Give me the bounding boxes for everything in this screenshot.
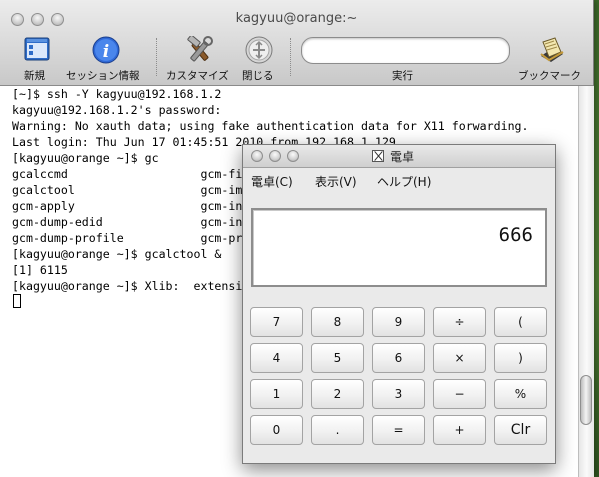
key-open-paren[interactable]: ( — [494, 307, 547, 337]
calculator-minimize-button[interactable] — [269, 150, 281, 162]
menu-view[interactable]: 表示(V) — [315, 173, 357, 190]
new-label: 新規 — [24, 70, 45, 82]
info-icon: i — [92, 36, 120, 64]
calculator-titlebar[interactable]: 電卓 — [243, 145, 555, 168]
key-5[interactable]: 5 — [311, 343, 364, 373]
key-0[interactable]: 0 — [250, 415, 303, 445]
bookmark-label: ブックマーク — [518, 70, 581, 82]
terminal-toolbar: kagyuu@orange:~ 新規 i セッション情報 カスタマイズ 閉じる … — [0, 0, 593, 86]
calculator-menubar: 電卓(C) 表示(V) ヘルプ(H) — [243, 168, 555, 194]
session-info-label: セッション情報 — [66, 70, 140, 82]
key-percent[interactable]: % — [494, 379, 547, 409]
key-2[interactable]: 2 — [311, 379, 364, 409]
calculator-close-button[interactable] — [251, 150, 263, 162]
key-add[interactable]: + — [433, 415, 486, 445]
key-equals[interactable]: = — [372, 415, 425, 445]
close-session-label: 閉じる — [242, 70, 274, 82]
bookmark-icon — [540, 37, 564, 62]
menu-calculator[interactable]: 電卓(C) — [251, 173, 293, 190]
key-1[interactable]: 1 — [250, 379, 303, 409]
terminal-line: Warning: No xauth data; using fake authe… — [12, 119, 529, 133]
svg-text:i: i — [103, 42, 109, 62]
execute-label: 実行 — [392, 70, 413, 82]
key-decimal[interactable]: . — [311, 415, 364, 445]
window-title: kagyuu@orange:~ — [235, 11, 358, 26]
key-4[interactable]: 4 — [250, 343, 303, 373]
key-close-paren[interactable]: ) — [494, 343, 547, 373]
display-value: 666 — [498, 224, 533, 246]
toolbar-separator — [290, 38, 292, 76]
calculator-display: 666 — [251, 208, 547, 287]
key-7[interactable]: 7 — [250, 307, 303, 337]
key-8[interactable]: 8 — [311, 307, 364, 337]
calculator-title: 電卓 — [390, 150, 415, 164]
menu-help[interactable]: ヘルプ(H) — [377, 173, 431, 190]
terminal-line: [~]$ ssh -Y kagyuu@192.168.1.2 — [12, 87, 222, 101]
key-divide[interactable]: ÷ — [433, 307, 486, 337]
new-window-icon — [24, 37, 50, 61]
scrollbar-thumb[interactable] — [580, 375, 592, 425]
key-multiply[interactable]: × — [433, 343, 486, 373]
key-9[interactable]: 9 — [372, 307, 425, 337]
key-3[interactable]: 3 — [372, 379, 425, 409]
customize-label: カスタマイズ — [166, 70, 229, 82]
terminal-cursor — [13, 294, 21, 308]
key-subtract[interactable]: − — [433, 379, 486, 409]
toolbar-separator — [156, 38, 158, 76]
x11-icon — [372, 150, 384, 162]
key-clear[interactable]: Clr — [494, 415, 547, 445]
execute-input[interactable] — [301, 37, 510, 64]
calculator-zoom-button[interactable] — [287, 150, 299, 162]
calculator-window: 電卓 電卓(C) 表示(V) ヘルプ(H) 666 7 8 9 ÷ (4 5 6 ×) 1 2 3−… — [242, 144, 556, 464]
tools-icon — [187, 36, 213, 62]
terminal-scrollbar[interactable] — [578, 86, 594, 477]
terminal-line: kagyuu@192.168.1.2's password: — [12, 103, 222, 117]
close-session-icon — [245, 36, 273, 64]
key-6[interactable]: 6 — [372, 343, 425, 373]
